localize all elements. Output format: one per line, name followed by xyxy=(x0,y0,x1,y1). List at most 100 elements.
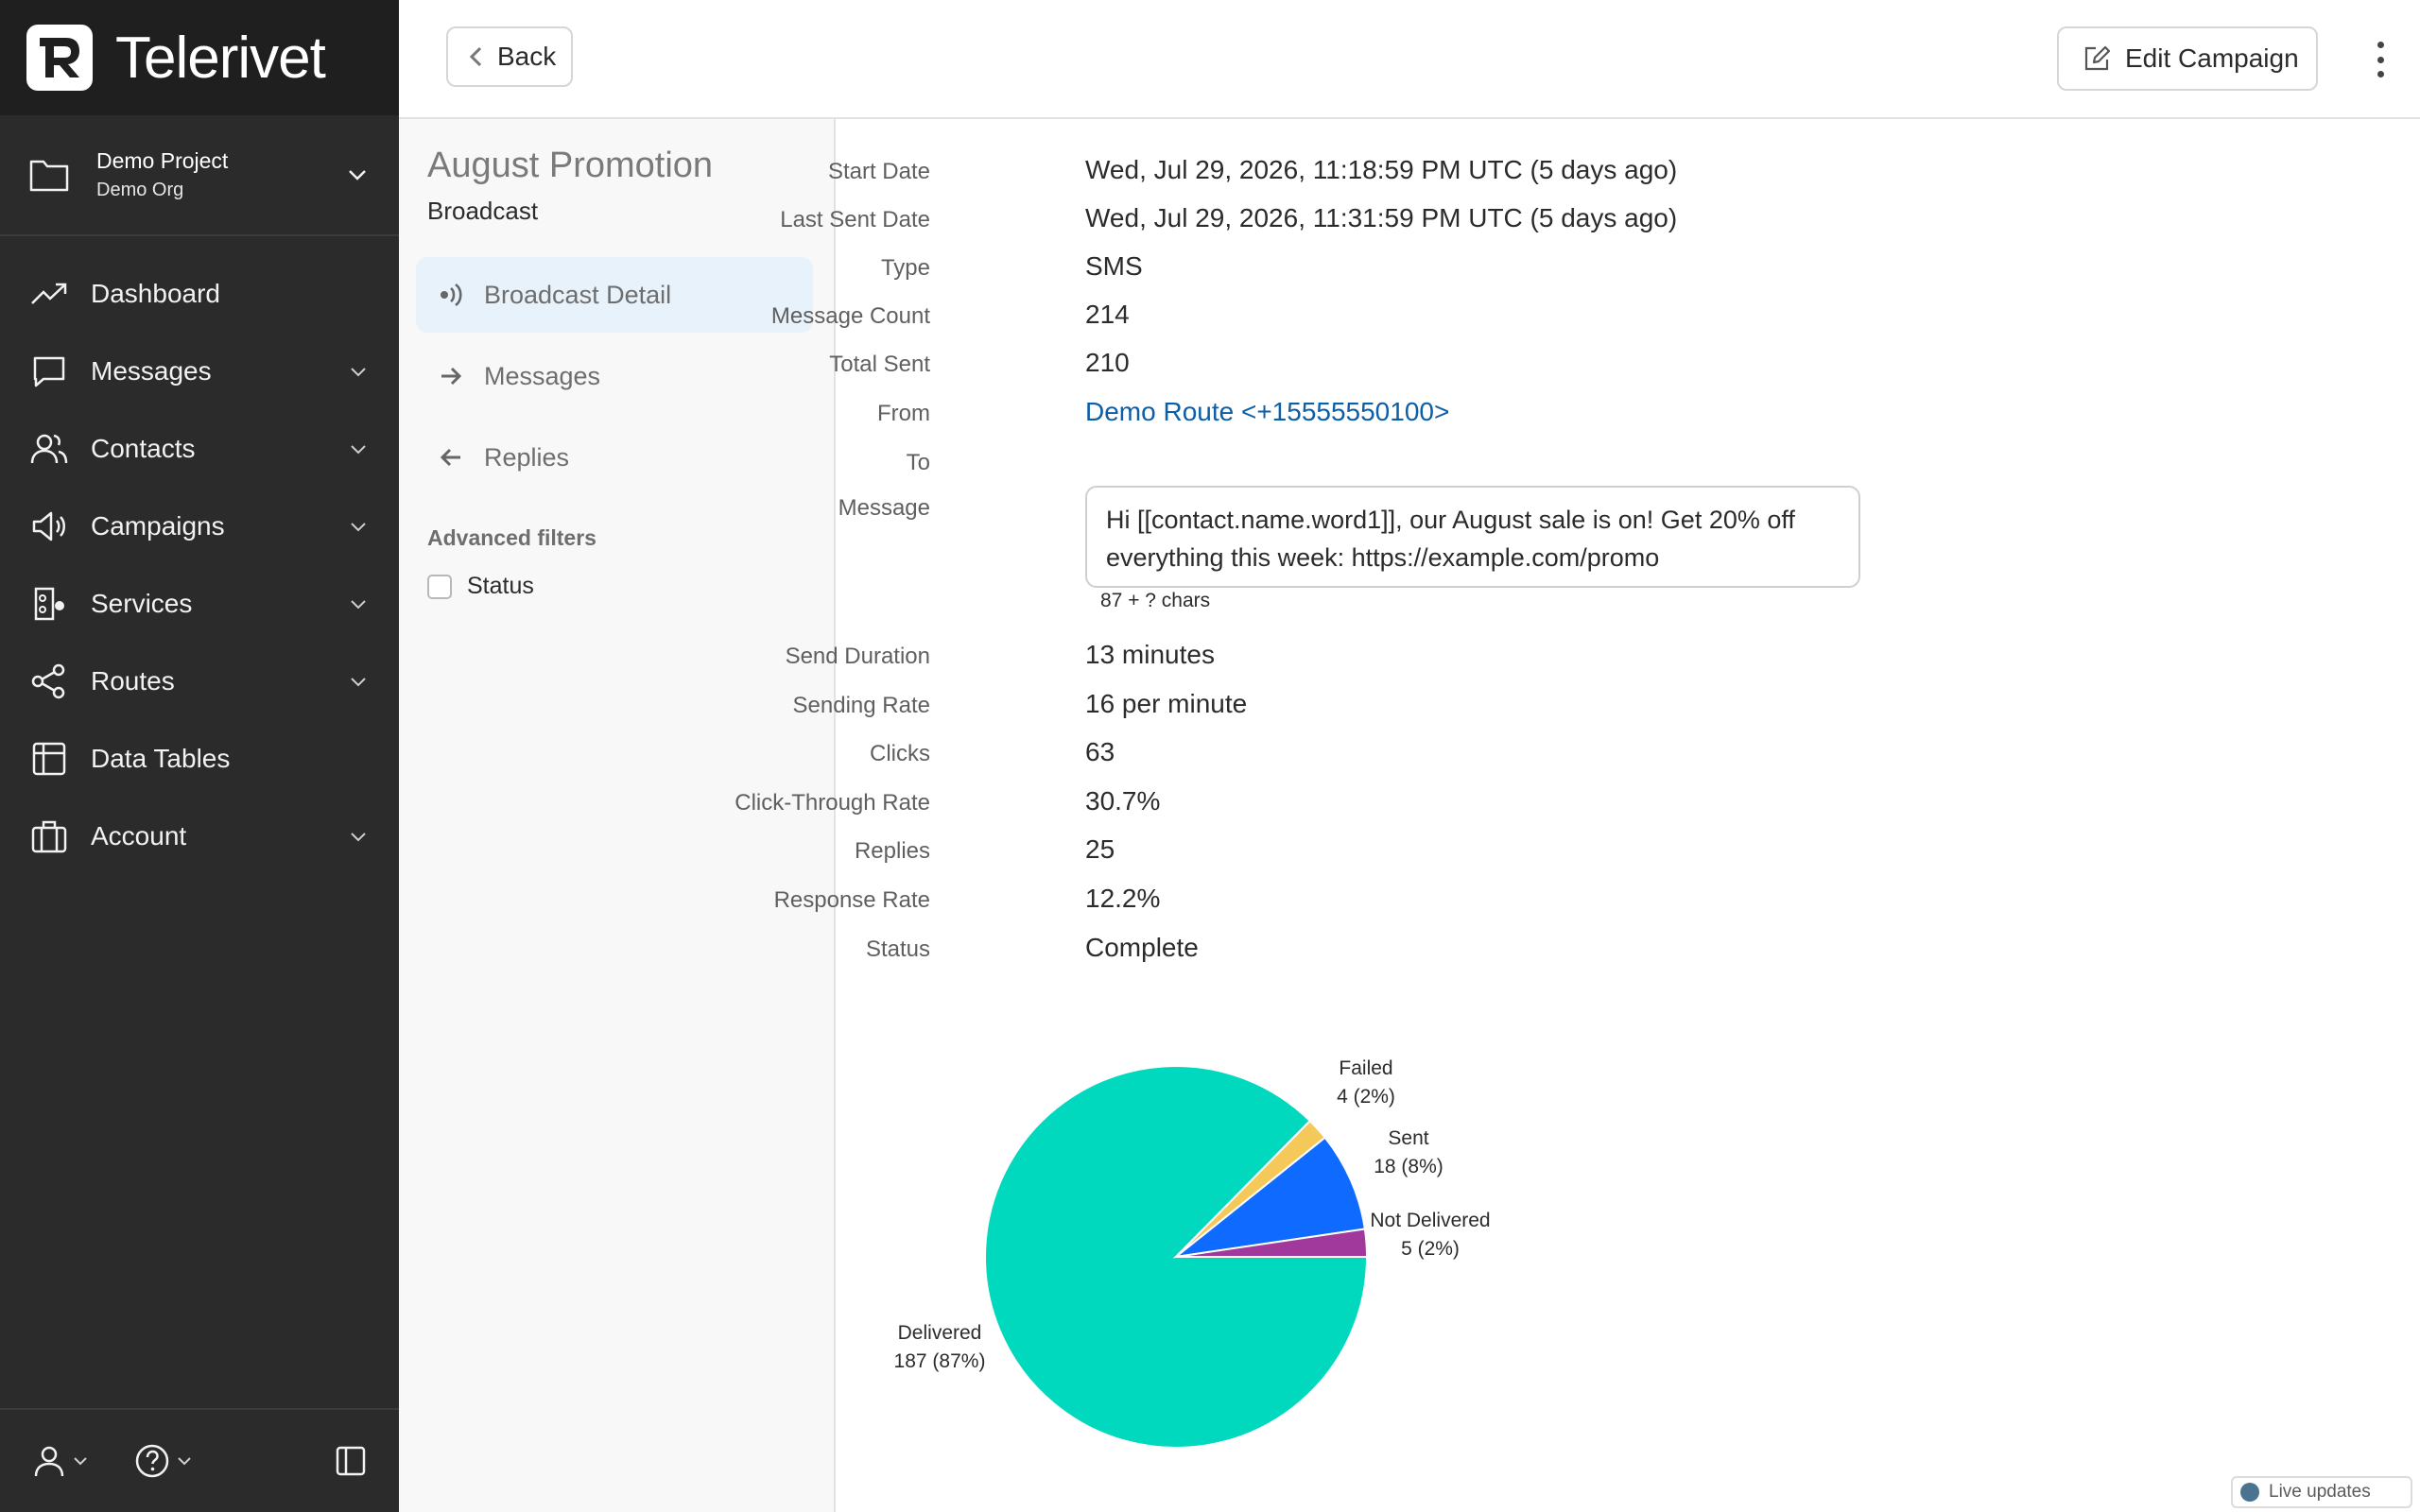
pie-label-delivered: Delivered 187 (87%) xyxy=(894,1322,986,1372)
chevron-down-icon xyxy=(351,678,366,687)
pie-label-sent: Sent 18 (8%) xyxy=(1374,1127,1443,1177)
sidebar-toggle-icon xyxy=(336,1446,366,1476)
detail-value: 16 per minute xyxy=(1085,689,1248,718)
detail-value: 30.7% xyxy=(1085,786,1161,816)
brand[interactable]: Telerivet xyxy=(0,0,399,115)
filter-status[interactable]: Status xyxy=(427,573,534,600)
detail-row-to: To xyxy=(838,438,2350,486)
detail-label: Sending Rate xyxy=(792,693,930,718)
nav-item-account[interactable]: Account xyxy=(0,798,399,875)
detail-label: Type xyxy=(880,255,930,281)
subnav-label: Broadcast Detail xyxy=(484,280,672,309)
detail-label: To xyxy=(906,450,930,475)
collapse-sidebar-button[interactable] xyxy=(335,1445,367,1477)
detail-row-total-sent: Total Sent 210 xyxy=(829,340,2350,387)
user-menu-button[interactable] xyxy=(32,1444,89,1478)
chevron-down-icon xyxy=(178,1457,191,1466)
pie-label-not-delivered: Not Delivered 5 (2%) xyxy=(1370,1210,1490,1260)
services-icon xyxy=(30,585,68,623)
nav-label: Data Tables xyxy=(91,744,231,773)
subnav-label: Messages xyxy=(484,361,601,390)
detail-value: Complete xyxy=(1085,933,1199,962)
detail-row-ctr: Click-Through Rate 30.7% xyxy=(735,779,2350,826)
arrow-right-icon xyxy=(441,367,462,386)
chevron-down-icon xyxy=(351,833,366,842)
nav-label: Account xyxy=(91,821,187,850)
live-status-dot xyxy=(2240,1483,2259,1502)
nav-label: Services xyxy=(91,589,193,618)
detail-value: Wed, Jul 29, 2026, 11:18:59 PM UTC (5 da… xyxy=(1085,155,1678,184)
share-icon xyxy=(30,662,68,700)
sidebar-footer xyxy=(0,1408,399,1512)
back-button[interactable]: Back xyxy=(446,26,573,87)
from-route-link[interactable]: Demo Route <+15555550100> xyxy=(1085,397,1449,427)
nav-item-contacts[interactable]: Contacts xyxy=(0,410,399,488)
detail-label: Message Count xyxy=(770,303,930,329)
project-switcher[interactable]: Demo Project Demo Org xyxy=(0,115,399,236)
chevron-down-icon xyxy=(349,170,366,180)
nav-label: Contacts xyxy=(91,434,196,463)
nav-label: Routes xyxy=(91,666,175,696)
detail-row-last-sent-date: Last Sent Date Wed, Jul 29, 2026, 11:31:… xyxy=(780,196,2350,243)
project-org: Demo Org xyxy=(96,180,184,200)
nav-item-messages[interactable]: Messages xyxy=(0,333,399,410)
edit-icon xyxy=(2084,45,2111,71)
detail-row-start-date: Start Date Wed, Jul 29, 2026, 11:18:59 P… xyxy=(828,147,2350,195)
message-content: Hi [[contact.name.word1]], our August sa… xyxy=(1085,486,1860,588)
detail-value: SMS xyxy=(1085,251,1143,281)
chevron-down-icon xyxy=(351,600,366,610)
chevron-down-icon xyxy=(351,445,366,455)
nav-item-dashboard[interactable]: Dashboard xyxy=(0,255,399,333)
detail-row-clicks: Clicks 63 xyxy=(838,730,2350,777)
detail-value: 25 xyxy=(1085,834,1115,864)
help-menu-button[interactable] xyxy=(134,1443,193,1479)
chevron-down-icon xyxy=(74,1457,87,1466)
more-options-icon[interactable] xyxy=(2361,38,2399,81)
detail-row-message-count: Message Count 214 xyxy=(771,292,2350,339)
detail-label: Message xyxy=(838,495,930,521)
edit-label: Edit Campaign xyxy=(2125,43,2299,73)
nav-label: Messages xyxy=(91,356,212,386)
chevron-down-icon xyxy=(351,368,366,377)
pie-chart-svg: Delivered 187 (87%) Failed 4 (2%) Sent 18 (8%… xyxy=(894,1057,1491,1449)
nav-item-routes[interactable]: Routes xyxy=(0,643,399,720)
edit-campaign-button[interactable]: Edit Campaign xyxy=(2057,26,2318,91)
detail-label: Start Date xyxy=(827,159,930,184)
subnav-label: Replies xyxy=(484,442,570,472)
detail-row-from: From Demo Route <+15555550100> xyxy=(838,389,2350,437)
live-updates-label: Live updates xyxy=(2269,1482,2371,1502)
trending-up-icon xyxy=(30,275,68,313)
advanced-filters-heading: Advanced filters xyxy=(427,525,596,550)
detail-label: Status xyxy=(865,936,930,962)
detail-row-status: Status Complete xyxy=(838,925,2350,972)
message-square-icon xyxy=(30,352,68,390)
detail-value: Wed, Jul 29, 2026, 11:31:59 PM UTC (5 da… xyxy=(1085,203,1678,232)
message-char-count: 87 + ? chars xyxy=(1100,590,1211,611)
briefcase-icon xyxy=(30,817,68,855)
detail-label: From xyxy=(877,401,930,426)
detail-value: 214 xyxy=(1085,300,1130,329)
telerivet-logo xyxy=(26,25,93,91)
broadcast-icon xyxy=(441,283,462,307)
sidebar: Telerivet Demo Project Demo Org Dashboar… xyxy=(0,0,399,1512)
folder-icon xyxy=(29,160,69,192)
detail-row-replies: Replies 25 xyxy=(838,827,2350,874)
live-updates-toggle[interactable]: Live updates xyxy=(2231,1476,2412,1508)
nav-label: Dashboard xyxy=(91,279,220,308)
detail-value: 210 xyxy=(1085,348,1130,377)
status-checkbox[interactable] xyxy=(427,574,452,599)
detail-row-send-duration: Send Duration 13 minutes xyxy=(786,632,2350,679)
detail-row-sending-rate: Sending Rate 16 per minute xyxy=(793,681,2350,729)
detail-label: Response Rate xyxy=(773,887,930,913)
megaphone-icon xyxy=(30,507,68,545)
detail-value: 63 xyxy=(1085,737,1115,766)
detail-label: Send Duration xyxy=(785,644,930,669)
nav-item-services[interactable]: Services xyxy=(0,565,399,643)
user-icon xyxy=(34,1446,64,1477)
detail-row-type: Type SMS xyxy=(838,244,2350,291)
nav-item-campaigns[interactable]: Campaigns xyxy=(0,488,399,565)
nav-item-data-tables[interactable]: Data Tables xyxy=(0,720,399,798)
brand-name: Telerivet xyxy=(115,25,326,91)
top-bar: Back Edit Campaign xyxy=(399,0,2420,119)
detail-label: Click-Through Rate xyxy=(735,790,930,816)
